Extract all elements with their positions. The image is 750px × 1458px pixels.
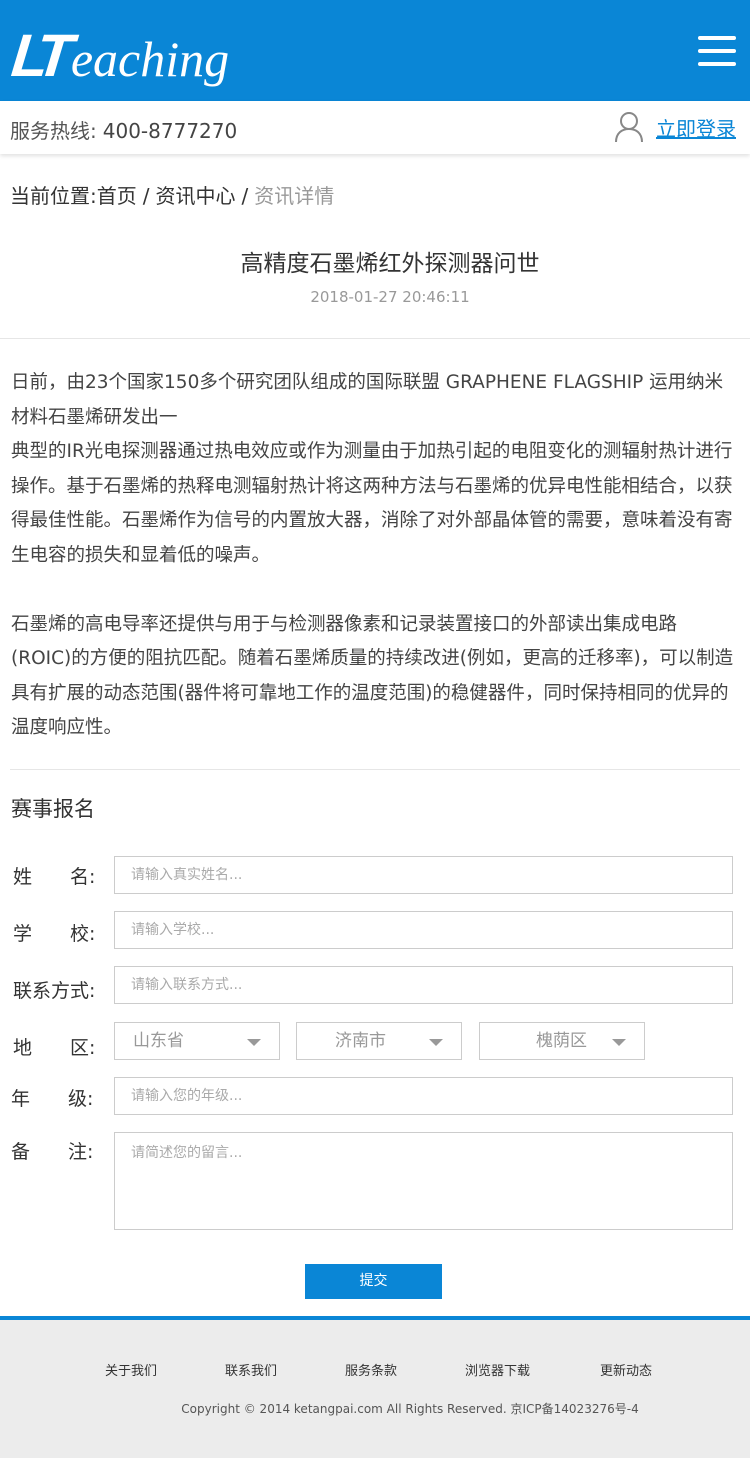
breadcrumb-separator: / xyxy=(142,184,150,208)
hamburger-menu-icon[interactable] xyxy=(698,36,736,66)
user-icon xyxy=(615,112,643,143)
article-paragraph: 日前，由23个国家150多个研究团队组成的国际联盟 GRAPHENE FLAGS… xyxy=(11,372,724,428)
logo-mark: LT xyxy=(8,22,69,89)
breadcrumb: 当前位置:首页 / 资讯中心 / 资讯详情 xyxy=(10,180,334,209)
footer-link-browser-download[interactable]: 浏览器下载 xyxy=(465,1360,530,1379)
footer-link-about[interactable]: 关于我们 xyxy=(105,1360,157,1379)
grade-input[interactable]: 请输入您的年级... xyxy=(114,1077,733,1115)
note-label: 备 注: xyxy=(11,1141,94,1163)
chevron-down-icon xyxy=(612,1039,626,1046)
article-date: 2018-01-27 20:46:11 xyxy=(310,288,470,306)
article-title: 高精度石墨烯红外探测器问世 xyxy=(240,251,540,277)
top-header-bar: LT eaching xyxy=(0,0,750,101)
chevron-down-icon xyxy=(429,1039,443,1046)
divider xyxy=(0,338,750,339)
form-title: 赛事报名 xyxy=(11,797,95,821)
footer-link-contact[interactable]: 联系我们 xyxy=(225,1360,277,1379)
site-logo[interactable]: LT eaching xyxy=(8,14,230,89)
copyright: Copyright © 2014 ketangpai.com All Right… xyxy=(181,1402,639,1416)
divider xyxy=(10,769,740,770)
city-value: 济南市 xyxy=(335,1031,386,1051)
name-input[interactable]: 请输入真实姓名... xyxy=(114,856,733,894)
hotline-label: 服务热线: xyxy=(10,119,97,143)
logo-text: eaching xyxy=(70,31,230,87)
login-link[interactable]: 立即登录 xyxy=(656,113,736,142)
note-textarea[interactable]: 请简述您的留言... xyxy=(114,1132,733,1230)
hotline-number: 400-8777270 xyxy=(102,119,238,143)
breadcrumb-prefix: 当前位置: xyxy=(10,184,97,208)
province-select[interactable]: 山东省 xyxy=(114,1022,280,1060)
contact-label: 联系方式: xyxy=(13,980,96,1002)
login-area: 立即登录 xyxy=(614,111,736,143)
city-select[interactable]: 济南市 xyxy=(296,1022,462,1060)
chevron-down-icon xyxy=(247,1039,261,1046)
breadcrumb-news[interactable]: 资讯中心 xyxy=(156,184,236,208)
article-paragraph: 石墨烯的高电导率还提供与用于与检测器像素和记录装置接口的外部读出集成电路(ROI… xyxy=(11,613,734,739)
breadcrumb-current: 资讯详情 xyxy=(254,184,335,208)
district-select[interactable]: 槐荫区 xyxy=(479,1022,645,1060)
name-label: 姓 名: xyxy=(13,866,96,888)
school-label: 学 校: xyxy=(13,923,96,945)
submit-button[interactable]: 提交 xyxy=(305,1264,442,1299)
school-input[interactable]: 请输入学校... xyxy=(114,911,733,949)
region-label: 地 区: xyxy=(13,1037,96,1059)
contact-input[interactable]: 请输入联系方式... xyxy=(114,966,733,1004)
hotline: 服务热线: 400-8777270 xyxy=(10,115,237,144)
grade-label: 年 级: xyxy=(11,1088,94,1110)
footer-link-updates[interactable]: 更新动态 xyxy=(600,1360,652,1379)
footer: 关于我们 联系我们 服务条款 浏览器下载 更新动态 Copyright © 20… xyxy=(0,1316,750,1458)
article-paragraph: 典型的IR光电探测器通过热电效应或作为测量由于加热引起的电阻变化的测辐射热计进行… xyxy=(11,441,733,566)
district-value: 槐荫区 xyxy=(536,1031,587,1051)
footer-links: 关于我们 联系我们 服务条款 浏览器下载 更新动态 xyxy=(0,1360,750,1380)
article-body: 日前，由23个国家150多个研究团队组成的国际联盟 GRAPHENE FLAGS… xyxy=(11,366,737,746)
hotline-bar: 服务热线: 400-8777270 立即登录 xyxy=(0,101,750,154)
breadcrumb-home[interactable]: 首页 xyxy=(97,184,137,208)
footer-link-terms[interactable]: 服务条款 xyxy=(345,1360,397,1379)
province-value: 山东省 xyxy=(133,1031,184,1051)
breadcrumb-separator: / xyxy=(241,184,249,208)
